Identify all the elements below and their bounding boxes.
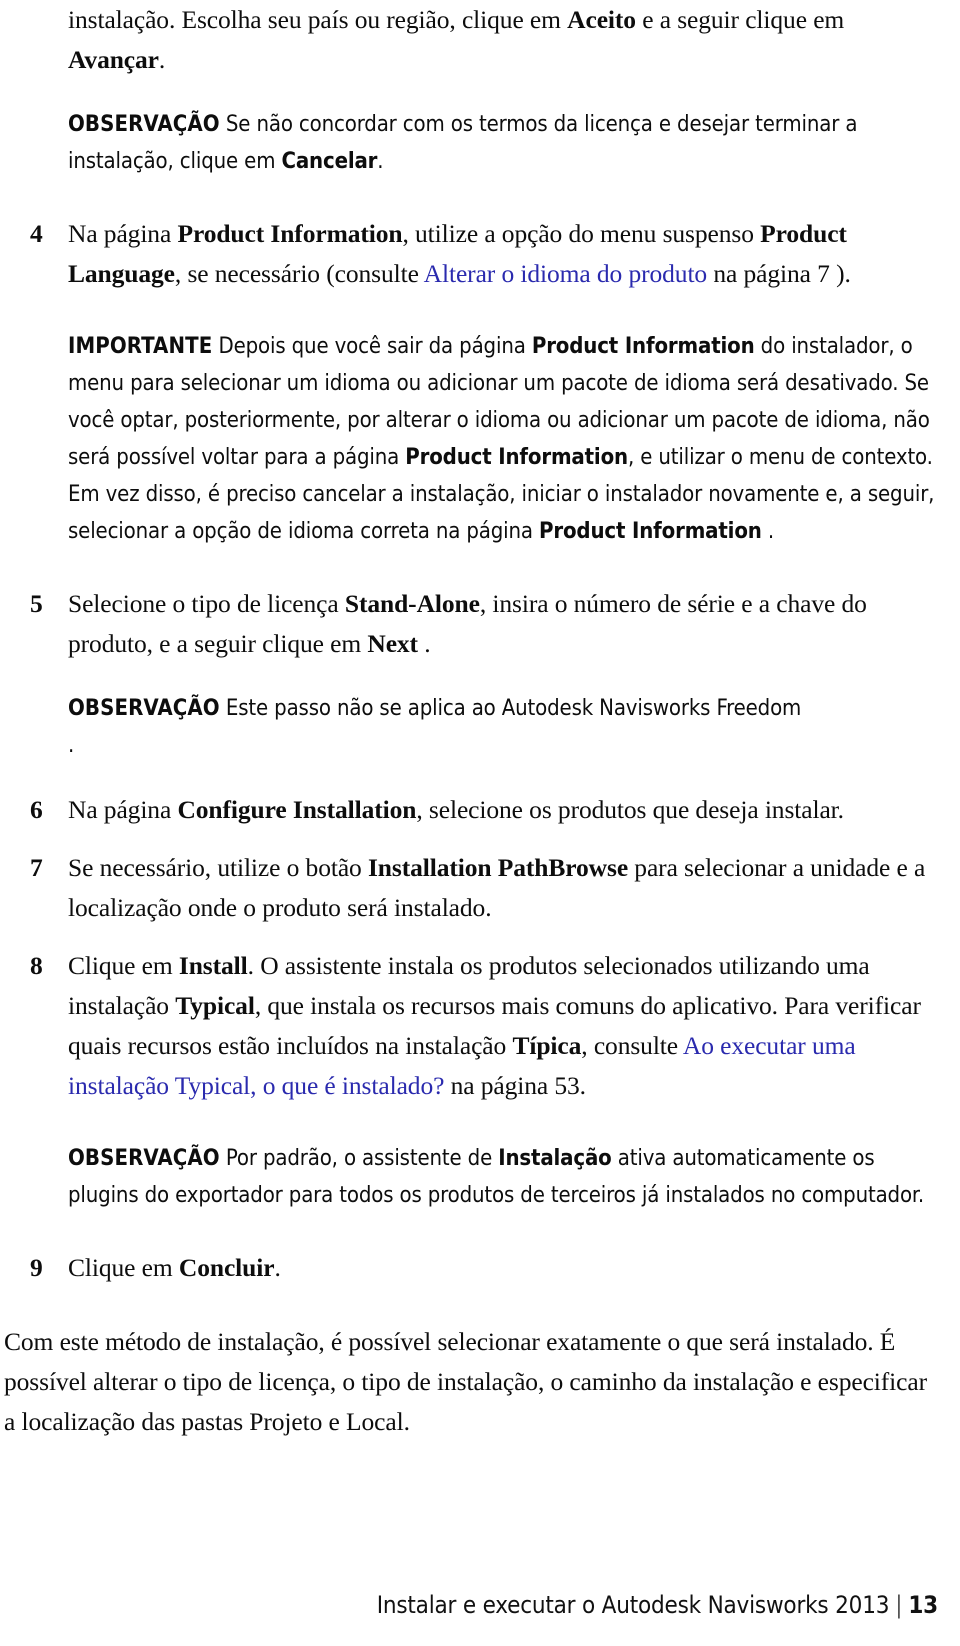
step-text-4: , consulte [581,1031,683,1060]
note-text-2: . [377,149,384,174]
closing-paragraph: Com este método de instalação, é possíve… [4,1327,927,1436]
step-text-3: . [417,629,431,658]
page-content-flow: instalação. Escolha seu país ou região, … [0,0,960,1442]
step-text-2: , selecione os produtos que deseja insta… [416,795,844,824]
step-number: 8 [30,951,43,980]
note-bold-product-information-1: Product Information [531,334,755,359]
page-footer: Instalar e executar o Autodesk Naviswork… [0,1590,938,1620]
note-label: OBSERVAÇÃO [68,112,220,137]
step-number: 7 [30,853,43,882]
step-list-5: 5 Selecione o tipo de licença Stand-Alon… [0,584,960,664]
note-bold-instalacao: Instalação [498,1146,612,1171]
lead-paragraph: instalação. Escolha seu país ou região, … [0,0,960,80]
lead-paragraph-bold-aceito: Aceito [567,5,636,34]
step-list-6: 6 Na página Configure Installation, sele… [0,790,960,830]
note-label: OBSERVAÇÃO [68,1146,220,1171]
step-text-1: Clique em [68,951,179,980]
note-label: OBSERVAÇÃO [68,696,220,721]
step-bold-typical: Typical [175,991,255,1020]
lead-paragraph-text-1: instalação. Escolha seu país ou região, … [68,5,568,34]
step-text-1: Clique em [68,1253,179,1282]
note-bold-product-information-3: Product Information [539,519,762,544]
step-text-3: , se necessário (consulte [174,259,424,288]
note-bold-product-information-2: Product Information [405,445,628,470]
list-item: 8 Clique em Install. O assistente instal… [0,946,960,1106]
note-observacao-1: OBSERVAÇÃO Se não concordar com os termo… [0,106,960,180]
step-bold-product-information: Product Information [177,219,403,248]
step-bold-configure-installation: Configure Installation [177,795,417,824]
lead-paragraph-bold-avancar: Avançar [68,45,159,74]
step-body: Selecione o tipo de licença Stand-Alone,… [68,584,944,664]
step-text-1: Selecione o tipo de licença [68,589,345,618]
note-label: IMPORTANTE [68,334,213,359]
note-text-2: . [68,733,75,758]
step-text-1: Na página [68,219,178,248]
step-body: Na página Product Information, utilize a… [68,214,944,294]
list-item: 6 Na página Configure Installation, sele… [0,790,960,830]
step-body: Na página Configure Installation, seleci… [68,790,944,830]
step-text-5: na página 53. [444,1071,586,1100]
step-number: 6 [30,795,43,824]
note-importante: IMPORTANTE Depois que você sair da págin… [0,328,960,550]
step-bold-tipica: Típica [512,1031,582,1060]
step-bold-next: Next [367,629,418,658]
step-text-1: Na página [68,795,178,824]
footer-separator: | [895,1591,903,1619]
note-text-1: Este passo não se aplica ao Autodesk Nav… [219,696,802,721]
step-bold-installation-path-browse: Installation PathBrowse [367,853,629,882]
step-number: 5 [30,589,43,618]
footer-title: Instalar e executar o Autodesk Naviswork… [376,1591,890,1619]
step-number: 9 [30,1253,43,1282]
step-bold-concluir: Concluir [178,1253,275,1282]
note-text-4: . [761,519,774,544]
step-body: Clique em Concluir. [68,1248,944,1288]
note-observacao-2: OBSERVAÇÃO Este passo não se aplica ao A… [0,690,960,764]
note-text-1: Depois que você sair da página [212,334,532,359]
note-observacao-3: OBSERVAÇÃO Por padrão, o assistente de I… [0,1140,960,1214]
step-list-9: 9 Clique em Concluir. [0,1248,960,1288]
step-text-2: , utilize a opção do menu suspenso [402,219,761,248]
step-list-7: 7 Se necessário, utilize o botão Install… [0,848,960,928]
step-number: 4 [30,219,43,248]
step-body: Clique em Install. O assistente instala … [68,946,944,1106]
note-text-1: Por padrão, o assistente de [219,1146,499,1171]
lead-paragraph-text-2: e a seguir clique em [635,5,845,34]
document-page: instalação. Escolha seu país ou região, … [0,0,960,1646]
step-text-4: na página 7 ). [707,259,851,288]
list-item: 7 Se necessário, utilize o botão Install… [0,848,960,928]
note-bold-cancelar: Cancelar [281,149,378,174]
step-list-8: 8 Clique em Install. O assistente instal… [0,946,960,1106]
step-bold-stand-alone: Stand-Alone [344,589,480,618]
list-item: 5 Selecione o tipo de licença Stand-Alon… [0,584,960,664]
footer-page-number: 13 [908,1591,938,1619]
list-item: 9 Clique em Concluir. [0,1248,960,1288]
lead-paragraph-text-3: . [158,45,166,74]
list-item: 4 Na página Product Information, utilize… [0,214,960,294]
step-bold-install: Install [178,951,248,980]
step-body: Se necessário, utilize o botão Installat… [68,848,944,928]
step-text-2: . [274,1253,281,1282]
step-list-4: 4 Na página Product Information, utilize… [0,214,960,294]
cross-reference-link-alterar-idioma[interactable]: Alterar o idioma do produto [424,259,708,288]
step-text-1: Se necessário, utilize o botão [68,853,368,882]
